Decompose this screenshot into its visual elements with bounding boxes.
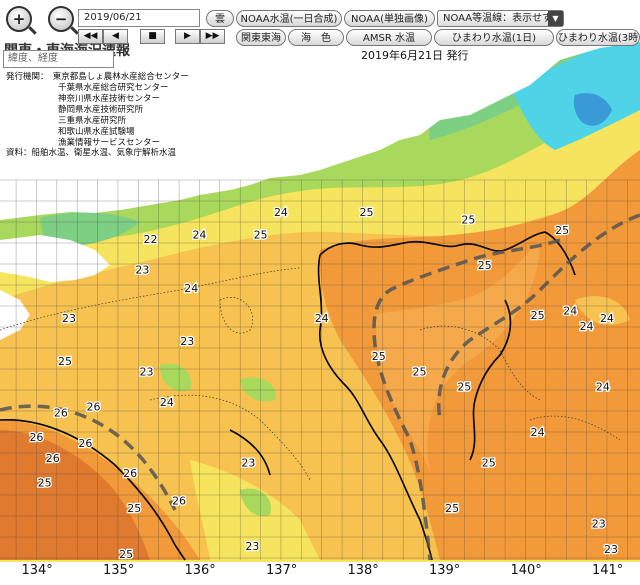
contour-select-value: NOAA等温線：表示せず: [443, 13, 553, 24]
isotherm-label: 23: [604, 543, 618, 556]
himawari-3h-button[interactable]: ひまわり水温(3時: [556, 29, 640, 46]
isotherm-label: 23: [62, 312, 76, 325]
isotherm-label: 24: [160, 396, 174, 409]
longitude-label: 134°: [21, 563, 53, 578]
isotherm-label: 25: [58, 355, 72, 368]
isotherm-label: 25: [360, 206, 374, 219]
publisher-item: 神奈川県水産技術センター: [58, 94, 161, 104]
isotherm-label: 25: [482, 457, 496, 470]
isotherm-label: 25: [531, 309, 545, 322]
amsr-button[interactable]: AMSR 水温: [346, 29, 432, 46]
publisher-item: 千葉県水産総合研究センター: [58, 83, 169, 93]
issue-date: 2019年6月21日 発行: [361, 49, 469, 62]
longitude-label: 140°: [510, 563, 542, 578]
isotherm-label: 24: [315, 312, 329, 325]
fast-forward-button[interactable]: ▶▶: [200, 29, 225, 44]
longitude-label: 137°: [265, 563, 298, 578]
isotherm-label: 25: [555, 224, 569, 237]
isotherm-label: 26: [46, 452, 60, 465]
publisher-row: 和歌山県水産試験場: [6, 127, 189, 138]
fast-rewind-button[interactable]: ◀◀: [78, 29, 103, 44]
isotherm-label: 26: [54, 406, 68, 419]
publisher-row: 神奈川県水産技術センター: [6, 94, 189, 105]
isotherm-label: 24: [596, 381, 610, 394]
himawari-1day-button[interactable]: ひまわり水温(1日): [434, 29, 554, 46]
lat-lon-input[interactable]: 緯度、経度: [3, 50, 114, 68]
longitude-label: 139°: [428, 563, 461, 578]
isotherm-label: 26: [172, 495, 186, 508]
stop-button[interactable]: ■: [140, 29, 165, 44]
longitude-label: 136°: [184, 563, 216, 578]
publisher-row: 三重県水産研究所: [6, 116, 189, 127]
kanto-tokai-button[interactable]: 関東東海: [236, 29, 286, 46]
zoom-in-button[interactable]: +: [6, 6, 32, 32]
isotherm-label: 22: [144, 233, 158, 246]
noaa-single-button[interactable]: NOAA(単独画像): [344, 10, 435, 27]
isotherm-label: 25: [478, 259, 492, 272]
isotherm-label: 24: [531, 426, 545, 439]
longitude-label: 135°: [102, 563, 135, 578]
source-note: 資料：船舶水温、衛星水温、気象庁解析水温: [6, 148, 177, 158]
publisher-item: 三重県水産研究所: [58, 116, 127, 126]
publisher-item: 東京都島しょ農林水産総合センター: [52, 72, 189, 82]
ocean-color-button[interactable]: 海 色: [288, 29, 344, 46]
isotherm-label: 25: [119, 548, 133, 561]
isotherm-label: 25: [461, 213, 475, 226]
cloud-button[interactable]: 雲: [206, 10, 234, 27]
isotherm-label: 23: [241, 457, 255, 470]
dropdown-arrow-icon: ▼: [548, 11, 563, 26]
publisher-item: 和歌山県水産試験場: [58, 127, 135, 137]
isotherm-label: 25: [254, 229, 268, 242]
isotherm-label: 24: [192, 229, 206, 242]
noaa-daily-button[interactable]: NOAA水温(一日合成): [236, 10, 342, 27]
isotherm-label: 25: [445, 502, 459, 515]
isotherm-label: 25: [127, 502, 141, 515]
contour-select[interactable]: NOAA等温線：表示せず ▼: [437, 10, 564, 27]
longitude-label: 138°: [347, 563, 379, 578]
zoom-out-button[interactable]: −: [48, 6, 74, 32]
isotherm-label: 26: [87, 400, 101, 413]
isotherm-label: 23: [139, 365, 153, 378]
isotherm-label: 24: [580, 320, 594, 333]
rewind-button[interactable]: ◀: [103, 29, 128, 44]
isotherm-label: 24: [274, 206, 288, 219]
longitude-label: 141°: [591, 563, 624, 578]
isotherm-label: 24: [600, 312, 614, 325]
isotherm-label: 23: [180, 335, 194, 348]
minus-icon: −: [54, 10, 68, 28]
isotherm-label: 25: [457, 381, 471, 394]
isotherm-label: 26: [29, 431, 43, 444]
publisher-row: 静岡県水産技術研究所: [6, 105, 189, 116]
publisher-row-0: 発行機関： 東京都島しょ農林水産総合センター: [6, 72, 189, 83]
isotherm-label: 25: [413, 365, 427, 378]
isotherm-label: 26: [123, 467, 137, 480]
isotherm-label: 23: [592, 517, 606, 530]
isotherm-label: 24: [563, 305, 577, 318]
publisher-label: 発行機関：: [6, 72, 45, 82]
play-button[interactable]: ▶: [175, 29, 200, 44]
isotherm-label: 25: [372, 350, 386, 363]
isotherm-label: 23: [135, 264, 149, 277]
date-input[interactable]: 2019/06/21: [78, 9, 200, 27]
isotherm-label: 25: [38, 476, 52, 489]
publisher-item: 静岡県水産技術研究所: [58, 105, 144, 115]
publisher-row: 千葉県水産総合研究センター: [6, 83, 189, 94]
isotherm-label: 23: [245, 540, 259, 553]
plus-icon: +: [12, 10, 26, 28]
isotherm-label: 24: [184, 282, 198, 295]
isotherm-label: 26: [78, 437, 92, 450]
publisher-list: 発行機関： 東京都島しょ農林水産総合センター 千葉県水産総合研究センター 神奈川…: [6, 72, 189, 149]
